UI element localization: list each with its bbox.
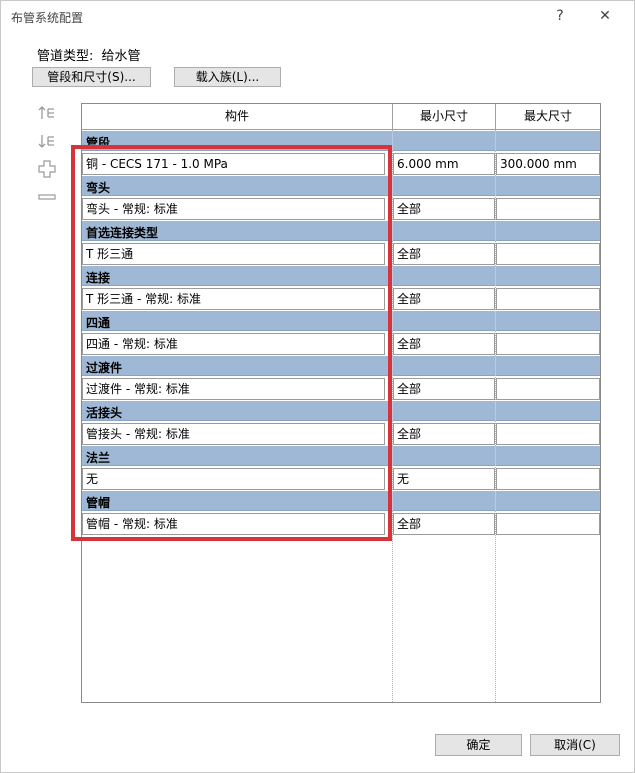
dialog-window: 布管系统配置 ? ✕ 管道类型: 给水管 管段和尺寸(S)... 载入族(L).… [0,0,635,773]
component-cell[interactable]: 过渡件 - 常规: 标准 [82,378,385,400]
max-size-cell[interactable]: 300.000 mm [496,153,600,175]
group-separator [495,131,496,151]
column-header-component[interactable]: 构件 [82,104,393,130]
move-down-icon[interactable] [37,132,57,152]
min-size-cell[interactable]: 全部 [393,378,495,400]
component-cell[interactable]: T 形三通 [82,243,385,265]
group-label: 弯头 [86,181,111,195]
group-separator [495,221,496,241]
segments-and-sizes-button[interactable]: 管段和尺寸(S)... [32,67,151,87]
help-button[interactable]: ? [546,5,574,27]
min-size-cell[interactable]: 全部 [393,333,495,355]
max-size-cell[interactable] [496,423,600,445]
group-label: 首选连接类型 [86,226,159,240]
title-bar: 布管系统配置 ? ✕ [1,1,634,32]
pipe-type-value: 给水管 [101,49,141,64]
min-size-cell[interactable]: 6.000 mm [393,153,495,175]
group-header-row: 法兰 [82,446,600,466]
group-separator [495,401,496,421]
table-row: T 形三通 全部 [82,243,600,267]
max-size-cell[interactable] [496,468,600,490]
group-separator [495,311,496,331]
pipe-type-row: 管道类型: 给水管 [37,45,141,64]
group-separator [392,356,393,376]
group-separator [392,266,393,286]
close-button[interactable]: ✕ [591,5,619,27]
group-separator [495,266,496,286]
ok-button[interactable]: 确定 [435,734,522,756]
max-size-cell[interactable] [496,333,600,355]
pipe-type-label: 管道类型: [37,49,94,64]
group-separator [495,446,496,466]
table-row: 铜 - CECS 171 - 1.0 MPa 6.000 mm 300.000 mm [82,153,600,177]
group-header-row: 活接头 [82,401,600,421]
min-size-cell[interactable]: 全部 [393,513,495,535]
group-separator [392,176,393,196]
table-row: 过渡件 - 常规: 标准 全部 [82,378,600,402]
routing-preferences-table: 构件 最小尺寸 最大尺寸 管段铜 - CECS 171 - 1.0 MPa 6.0… [81,103,601,703]
min-size-cell[interactable]: 全部 [393,198,495,220]
group-separator [495,356,496,376]
component-cell[interactable]: 弯头 - 常规: 标准 [82,198,385,220]
max-size-cell[interactable] [496,513,600,535]
max-size-cell[interactable] [496,243,600,265]
group-separator [392,491,393,511]
group-label: 活接头 [86,406,123,420]
group-header-row: 首选连接类型 [82,221,600,241]
min-size-cell[interactable]: 全部 [393,288,495,310]
group-label: 四通 [86,316,111,330]
window-title: 布管系统配置 [11,11,84,25]
group-header-row: 连接 [82,266,600,286]
group-separator [392,311,393,331]
group-header-row: 过渡件 [82,356,600,376]
table-row: 管帽 - 常规: 标准 全部 [82,513,600,537]
component-cell[interactable]: 管接头 - 常规: 标准 [82,423,385,445]
min-size-cell[interactable]: 全部 [393,423,495,445]
table-row: 管接头 - 常规: 标准 全部 [82,423,600,447]
group-header-row: 弯头 [82,176,600,196]
table-row: T 形三通 - 常规: 标准 全部 [82,288,600,312]
group-header-row: 管段 [82,131,600,151]
add-row-icon[interactable] [37,159,57,179]
group-separator [392,401,393,421]
group-separator [495,176,496,196]
group-separator [495,491,496,511]
component-cell[interactable]: 铜 - CECS 171 - 1.0 MPa [82,153,385,175]
delete-row-icon[interactable] [37,187,57,207]
group-label: 连接 [86,271,111,285]
max-size-cell[interactable] [496,198,600,220]
load-family-button[interactable]: 载入族(L)... [174,67,281,87]
column-header-max-size[interactable]: 最大尺寸 [496,104,600,130]
min-size-cell[interactable]: 全部 [393,243,495,265]
group-separator [392,131,393,151]
component-cell[interactable]: T 形三通 - 常规: 标准 [82,288,385,310]
cancel-button[interactable]: 取消(C) [530,734,620,756]
group-label: 管段 [86,136,111,150]
move-up-icon[interactable] [37,104,57,124]
component-cell[interactable]: 四通 - 常规: 标准 [82,333,385,355]
column-header-min-size[interactable]: 最小尺寸 [393,104,496,130]
group-label: 法兰 [86,451,111,465]
table-row: 弯头 - 常规: 标准 全部 [82,198,600,222]
table-row: 四通 - 常规: 标准 全部 [82,333,600,357]
group-separator [392,221,393,241]
group-header-row: 管帽 [82,491,600,511]
component-cell[interactable]: 无 [82,468,385,490]
component-cell[interactable]: 管帽 - 常规: 标准 [82,513,385,535]
group-header-row: 四通 [82,311,600,331]
table-row: 无无 [82,468,600,492]
group-separator [392,446,393,466]
group-label: 过渡件 [86,361,123,375]
min-size-cell[interactable]: 无 [393,468,495,490]
max-size-cell[interactable] [496,378,600,400]
group-label: 管帽 [86,496,111,510]
max-size-cell[interactable] [496,288,600,310]
